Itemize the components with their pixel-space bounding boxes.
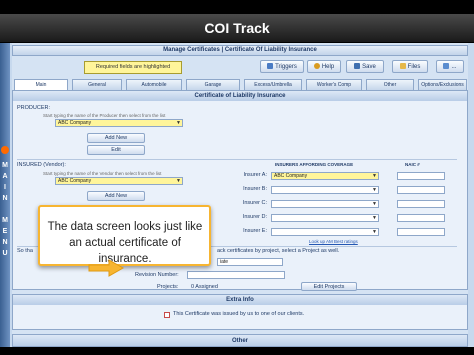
producer-label: PRODUCER: — [17, 105, 51, 111]
insurer-c-select[interactable]: ▼ — [271, 200, 379, 208]
insurer-d-label: Insurer D: — [242, 214, 267, 220]
am-best-lookup-link[interactable]: Look up AM Best ratings — [309, 239, 358, 244]
other-section-header[interactable]: Other — [12, 334, 468, 347]
tab-workers-comp[interactable]: Worker's Comp — [306, 79, 362, 90]
triggers-icon — [267, 63, 274, 69]
main-menu-letter — [1, 204, 9, 215]
issued-to-client-label: This Certificate was issued by us to one… — [173, 311, 305, 317]
required-fields-notice: Required fields are highlighted — [84, 61, 182, 74]
date-field[interactable]: iate — [217, 258, 283, 266]
chevron-down-icon: ▼ — [372, 173, 377, 179]
main-menu-letter: U — [2, 250, 8, 257]
tab-main[interactable]: Main — [14, 79, 68, 90]
main-menu-letter: I — [4, 184, 6, 191]
more-icon — [443, 63, 450, 69]
insurer-c-label: Insurer C: — [242, 200, 267, 206]
insured-add-new-button[interactable]: Add New — [87, 191, 145, 201]
main-menu-letter: M — [2, 217, 8, 224]
revision-number-label: Revision Number: — [135, 272, 179, 278]
projects-label: Projects: — [157, 284, 179, 290]
main-menu-letter: M — [2, 162, 8, 169]
letterbox-bottom — [0, 347, 474, 355]
extra-info-panel: Extra Info This Certificate was issued b… — [12, 294, 468, 330]
folder-icon — [399, 63, 406, 69]
tutorial-callout: The data screen looks just like an actua… — [38, 205, 211, 266]
chevron-down-icon: ▼ — [372, 229, 377, 235]
so-that-text: So tha — [17, 248, 33, 254]
callout-arrow-icon — [88, 259, 125, 277]
chevron-down-icon: ▼ — [176, 178, 181, 184]
projects-note: ack certificates by project, select a Pr… — [217, 248, 340, 254]
main-menu-letter: A — [2, 173, 8, 180]
projects-count: 0 Assigned — [191, 284, 218, 290]
insurer-c-naic-field[interactable] — [397, 200, 445, 208]
insurer-a-select[interactable]: ABC Company ▼ — [271, 172, 379, 180]
callout-text: The data screen looks just like an actua… — [47, 221, 203, 265]
letterbox-top — [0, 0, 474, 14]
tab-bar: Main General Automobile Garage Excess/Um… — [12, 79, 468, 90]
main-menu-sidebar[interactable]: MAIN MENU — [0, 43, 10, 347]
tab-automobile[interactable]: Automobile — [126, 79, 182, 90]
tab-general[interactable]: General — [72, 79, 122, 90]
tab-excess-umbrella[interactable]: Excess/Umbrella — [244, 79, 302, 90]
tab-other[interactable]: Other — [366, 79, 414, 90]
insurer-b-select[interactable]: ▼ — [271, 186, 379, 194]
insured-select[interactable]: ABC Company ▼ — [55, 177, 183, 185]
main-menu-letter: N — [2, 195, 8, 202]
more-button[interactable]: ... — [436, 60, 464, 73]
insurer-d-naic-field[interactable] — [397, 214, 445, 222]
title-bar: COI Track — [0, 14, 474, 43]
main-menu-letter: N — [2, 239, 8, 246]
producer-hint: Start typing the name of the Producer th… — [43, 113, 166, 118]
extra-info-heading: Extra Info — [13, 295, 467, 305]
chevron-down-icon: ▼ — [372, 187, 377, 193]
insurers-heading: INSURERS AFFORDING COVERAGE — [275, 162, 354, 167]
insurer-e-label: Insurer E: — [243, 228, 267, 234]
page-header: Manage Certificates | Certificate Of Lia… — [12, 45, 468, 56]
files-button[interactable]: Files — [392, 60, 428, 73]
insurer-a-label: Insurer A: — [243, 172, 267, 178]
main-menu-letter: E — [2, 228, 8, 235]
main-content: Manage Certificates | Certificate Of Lia… — [12, 43, 468, 347]
chevron-down-icon: ▼ — [372, 201, 377, 207]
producer-add-new-button[interactable]: Add New — [87, 133, 145, 143]
naic-heading: NAIC # — [405, 162, 420, 167]
help-icon — [313, 63, 320, 69]
issued-to-client-checkbox[interactable] — [164, 312, 170, 318]
insurer-b-label: Insurer B: — [243, 186, 267, 192]
app-title: COI Track — [204, 20, 270, 36]
chevron-down-icon: ▼ — [372, 215, 377, 221]
save-icon — [354, 63, 361, 69]
insurer-e-select[interactable]: ▼ — [271, 228, 379, 236]
revision-number-field[interactable] — [187, 271, 285, 279]
insurer-e-naic-field[interactable] — [397, 228, 445, 236]
save-button[interactable]: Save — [346, 60, 384, 73]
main-menu-label: MAIN MENU — [1, 160, 9, 259]
certificate-heading: Certificate of Liability Insurance — [13, 91, 467, 101]
menu-toggle-icon[interactable] — [1, 146, 9, 154]
insurer-a-naic-field[interactable] — [397, 172, 445, 180]
insurer-d-select[interactable]: ▼ — [271, 214, 379, 222]
insurer-b-naic-field[interactable] — [397, 186, 445, 194]
insured-label: INSURED (Vendor): — [17, 162, 66, 168]
insured-hint: Start typing the name of the Vendor then… — [43, 171, 162, 176]
producer-select[interactable]: ABC Company ▼ — [55, 119, 183, 127]
producer-edit-button[interactable]: Edit — [87, 145, 145, 155]
section-divider — [17, 159, 457, 160]
chevron-down-icon: ▼ — [176, 120, 181, 126]
tab-options-exclusions[interactable]: Options/Exclusions — [418, 79, 467, 90]
help-button[interactable]: Help — [307, 60, 341, 73]
edit-projects-button[interactable]: Edit Projects — [301, 282, 357, 291]
triggers-button[interactable]: Triggers — [260, 60, 304, 73]
tab-garage[interactable]: Garage — [186, 79, 240, 90]
